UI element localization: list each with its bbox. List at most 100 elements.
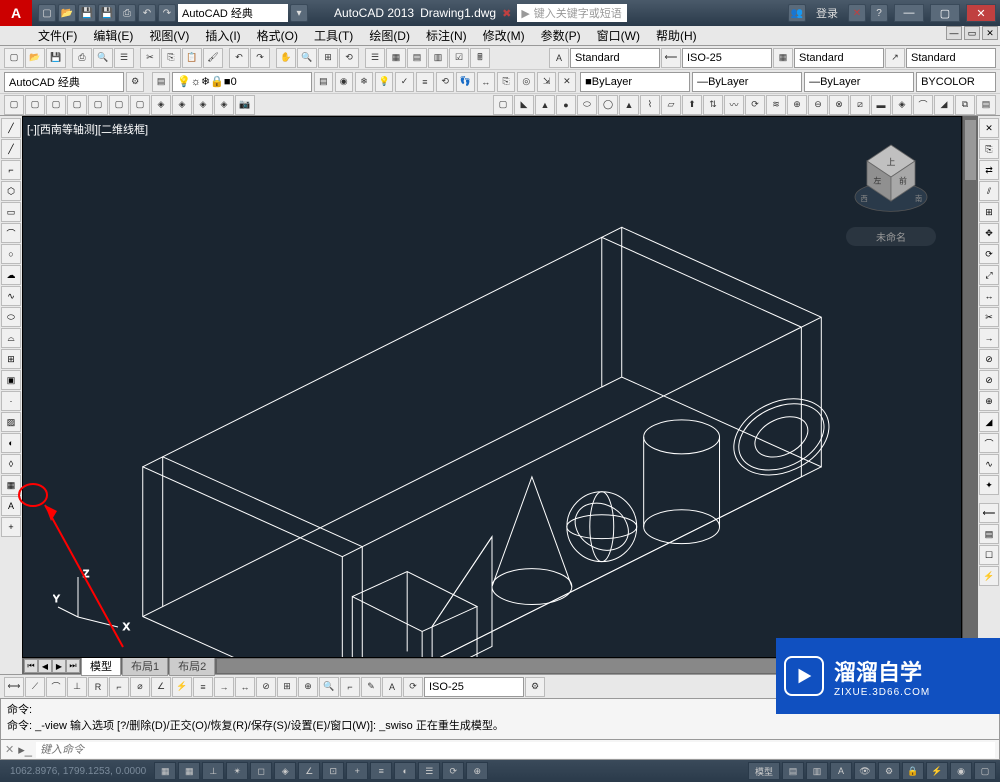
layer-make-current-icon[interactable]: ✓ (395, 72, 413, 92)
dim-space-icon[interactable]: ↔ (235, 677, 255, 697)
view-front-icon[interactable]: ▢ (109, 95, 129, 115)
qat-save-icon[interactable]: 💾 (78, 4, 96, 22)
menu-dimension[interactable]: 标注(N) (418, 27, 475, 44)
quick-view-drawings-button[interactable]: ▥ (806, 762, 828, 780)
search-input[interactable]: ▶键入关键字或短语 (517, 4, 627, 22)
tolerance-icon[interactable]: ⊞ (277, 677, 297, 697)
menu-file[interactable]: 文件(F) (30, 27, 85, 44)
menu-view[interactable]: 视图(V) (141, 27, 197, 44)
redo-icon[interactable]: ↷ (250, 48, 270, 68)
hatch-icon[interactable]: ▨ (1, 412, 21, 432)
3d-extrude-icon[interactable]: ⬆ (682, 95, 702, 115)
qat-saveas-icon[interactable]: 💾 (98, 4, 116, 22)
new-icon[interactable]: ▢ (4, 48, 24, 68)
selection-cycling-button[interactable]: ⟳ (442, 762, 464, 780)
transparency-button[interactable]: ◐ (394, 762, 416, 780)
osnap-button[interactable]: ◻ (250, 762, 272, 780)
annotation-monitor-button[interactable]: ⊕ (466, 762, 488, 780)
break-icon[interactable]: ⊘ (979, 370, 999, 390)
move-icon[interactable]: ✥ (979, 223, 999, 243)
coordinates-display[interactable]: 1062.8976, 1799.1253, 0.0000 (4, 766, 152, 777)
menu-draw[interactable]: 绘图(D) (361, 27, 418, 44)
named-views-icon[interactable]: ▢ (4, 95, 24, 115)
workspace-dropdown-2[interactable]: AutoCAD 经典 (4, 72, 124, 92)
viewcube-badge[interactable]: 未命名 (846, 227, 936, 246)
dim-edit-icon[interactable]: ✎ (361, 677, 381, 697)
3d-cone-icon[interactable]: ▲ (535, 95, 555, 115)
layer-delete-icon[interactable]: ✕ (558, 72, 576, 92)
open-icon[interactable]: 📂 (25, 48, 45, 68)
polar-tracking-button[interactable]: ✴ (226, 762, 248, 780)
dim-jogged-linear-icon[interactable]: ⌐ (340, 677, 360, 697)
close-cmd-icon[interactable]: ✕ (5, 743, 14, 756)
trim-icon[interactable]: ✂ (979, 307, 999, 327)
layer-dropdown[interactable]: 💡☼❄🔒■ 0 (172, 72, 312, 92)
properties-icon[interactable]: ☰ (365, 48, 385, 68)
text-style-dropdown[interactable]: Standard (570, 48, 660, 68)
chamfer-icon[interactable]: ◢ (979, 412, 999, 432)
polygon-icon[interactable]: ⬡ (1, 181, 21, 201)
view-sw-iso-icon[interactable]: ◈ (151, 95, 171, 115)
dim-radius-icon[interactable]: R (88, 677, 108, 697)
tab-first-button[interactable]: ⏮ (24, 659, 38, 673)
3d-sweep-icon[interactable]: 〰 (724, 95, 744, 115)
app-logo[interactable]: A (0, 0, 32, 26)
arc-icon[interactable]: ⌒ (1, 223, 21, 243)
dim-text-edit-icon[interactable]: A (382, 677, 402, 697)
stretch-icon[interactable]: ↔ (979, 286, 999, 306)
3d-box-icon[interactable]: ▢ (493, 95, 513, 115)
tab-layout1[interactable]: 布局1 (122, 656, 168, 676)
erase-icon[interactable]: ✕ (979, 118, 999, 138)
layer-copy-icon[interactable]: ⎘ (497, 72, 515, 92)
dim-style-control-icon[interactable]: ⚙ (525, 677, 545, 697)
region-icon[interactable]: ◊ (1, 454, 21, 474)
select-all-icon[interactable]: ☐ (979, 545, 999, 565)
model-space-button[interactable]: 模型 (748, 762, 780, 780)
construction-line-icon[interactable]: ╱ (1, 139, 21, 159)
3d-flatshot-icon[interactable]: ▤ (976, 95, 996, 115)
zoom-window-icon[interactable]: ⊞ (318, 48, 338, 68)
mleader-style-dropdown[interactable]: Standard (906, 48, 996, 68)
dim-linear-icon[interactable]: ⟷ (4, 677, 24, 697)
view-camera-icon[interactable]: 📷 (235, 95, 255, 115)
layer-states-icon[interactable]: ▤ (314, 72, 332, 92)
doc-restore-button[interactable]: ▭ (964, 26, 980, 40)
undo-icon[interactable]: ↶ (229, 48, 249, 68)
menu-help[interactable]: 帮助(H) (648, 27, 705, 44)
qat-redo-icon[interactable]: ↷ (158, 4, 176, 22)
print-preview-icon[interactable]: 🔍 (93, 48, 113, 68)
blend-icon[interactable]: ∿ (979, 454, 999, 474)
layer-isolate2-icon[interactable]: ◎ (517, 72, 535, 92)
revision-cloud-icon[interactable]: ☁ (1, 265, 21, 285)
3d-fillet-icon[interactable]: ⌒ (913, 95, 933, 115)
circle-icon[interactable]: ○ (1, 244, 21, 264)
dim-inspect-icon[interactable]: 🔍 (319, 677, 339, 697)
offset-icon[interactable]: ⫽ (979, 181, 999, 201)
array-icon[interactable]: ⊞ (979, 202, 999, 222)
insert-block-icon[interactable]: ⊞ (1, 349, 21, 369)
close-button[interactable]: ✕ (966, 4, 996, 22)
quick-properties-button[interactable]: ☰ (418, 762, 440, 780)
layer-match-icon[interactable]: ≡ (416, 72, 434, 92)
dim-baseline-icon[interactable]: ≡ (193, 677, 213, 697)
point-icon[interactable]: · (1, 391, 21, 411)
exchange-icon[interactable]: ✕ (848, 4, 866, 22)
mtext-icon[interactable]: A (1, 496, 21, 516)
plotstyle-dropdown[interactable]: BYCOLOR (916, 72, 996, 92)
layer-merge-icon[interactable]: ⇲ (537, 72, 555, 92)
quickcalc-icon[interactable]: 🖩 (470, 48, 490, 68)
dim-diameter-icon[interactable]: ⌀ (130, 677, 150, 697)
zoom-realtime-icon[interactable]: 🔍 (297, 48, 317, 68)
isolate-objects-button[interactable]: ◉ (950, 762, 972, 780)
ellipse-icon[interactable]: ⬭ (1, 307, 21, 327)
save-icon[interactable]: 💾 (46, 48, 66, 68)
qat-new-icon[interactable]: ▢ (38, 4, 56, 22)
layer-freeze-icon[interactable]: ❄ (355, 72, 373, 92)
workspace-switching-button[interactable]: ⚙ (878, 762, 900, 780)
view-left-icon[interactable]: ▢ (67, 95, 87, 115)
line-icon[interactable]: ╱ (1, 118, 21, 138)
tab-last-button[interactable]: ⏭ (66, 659, 80, 673)
annotation-scale-button[interactable]: A (830, 762, 852, 780)
grid-display-button[interactable]: ▦ (178, 762, 200, 780)
snap-mode-button[interactable]: ▦ (154, 762, 176, 780)
